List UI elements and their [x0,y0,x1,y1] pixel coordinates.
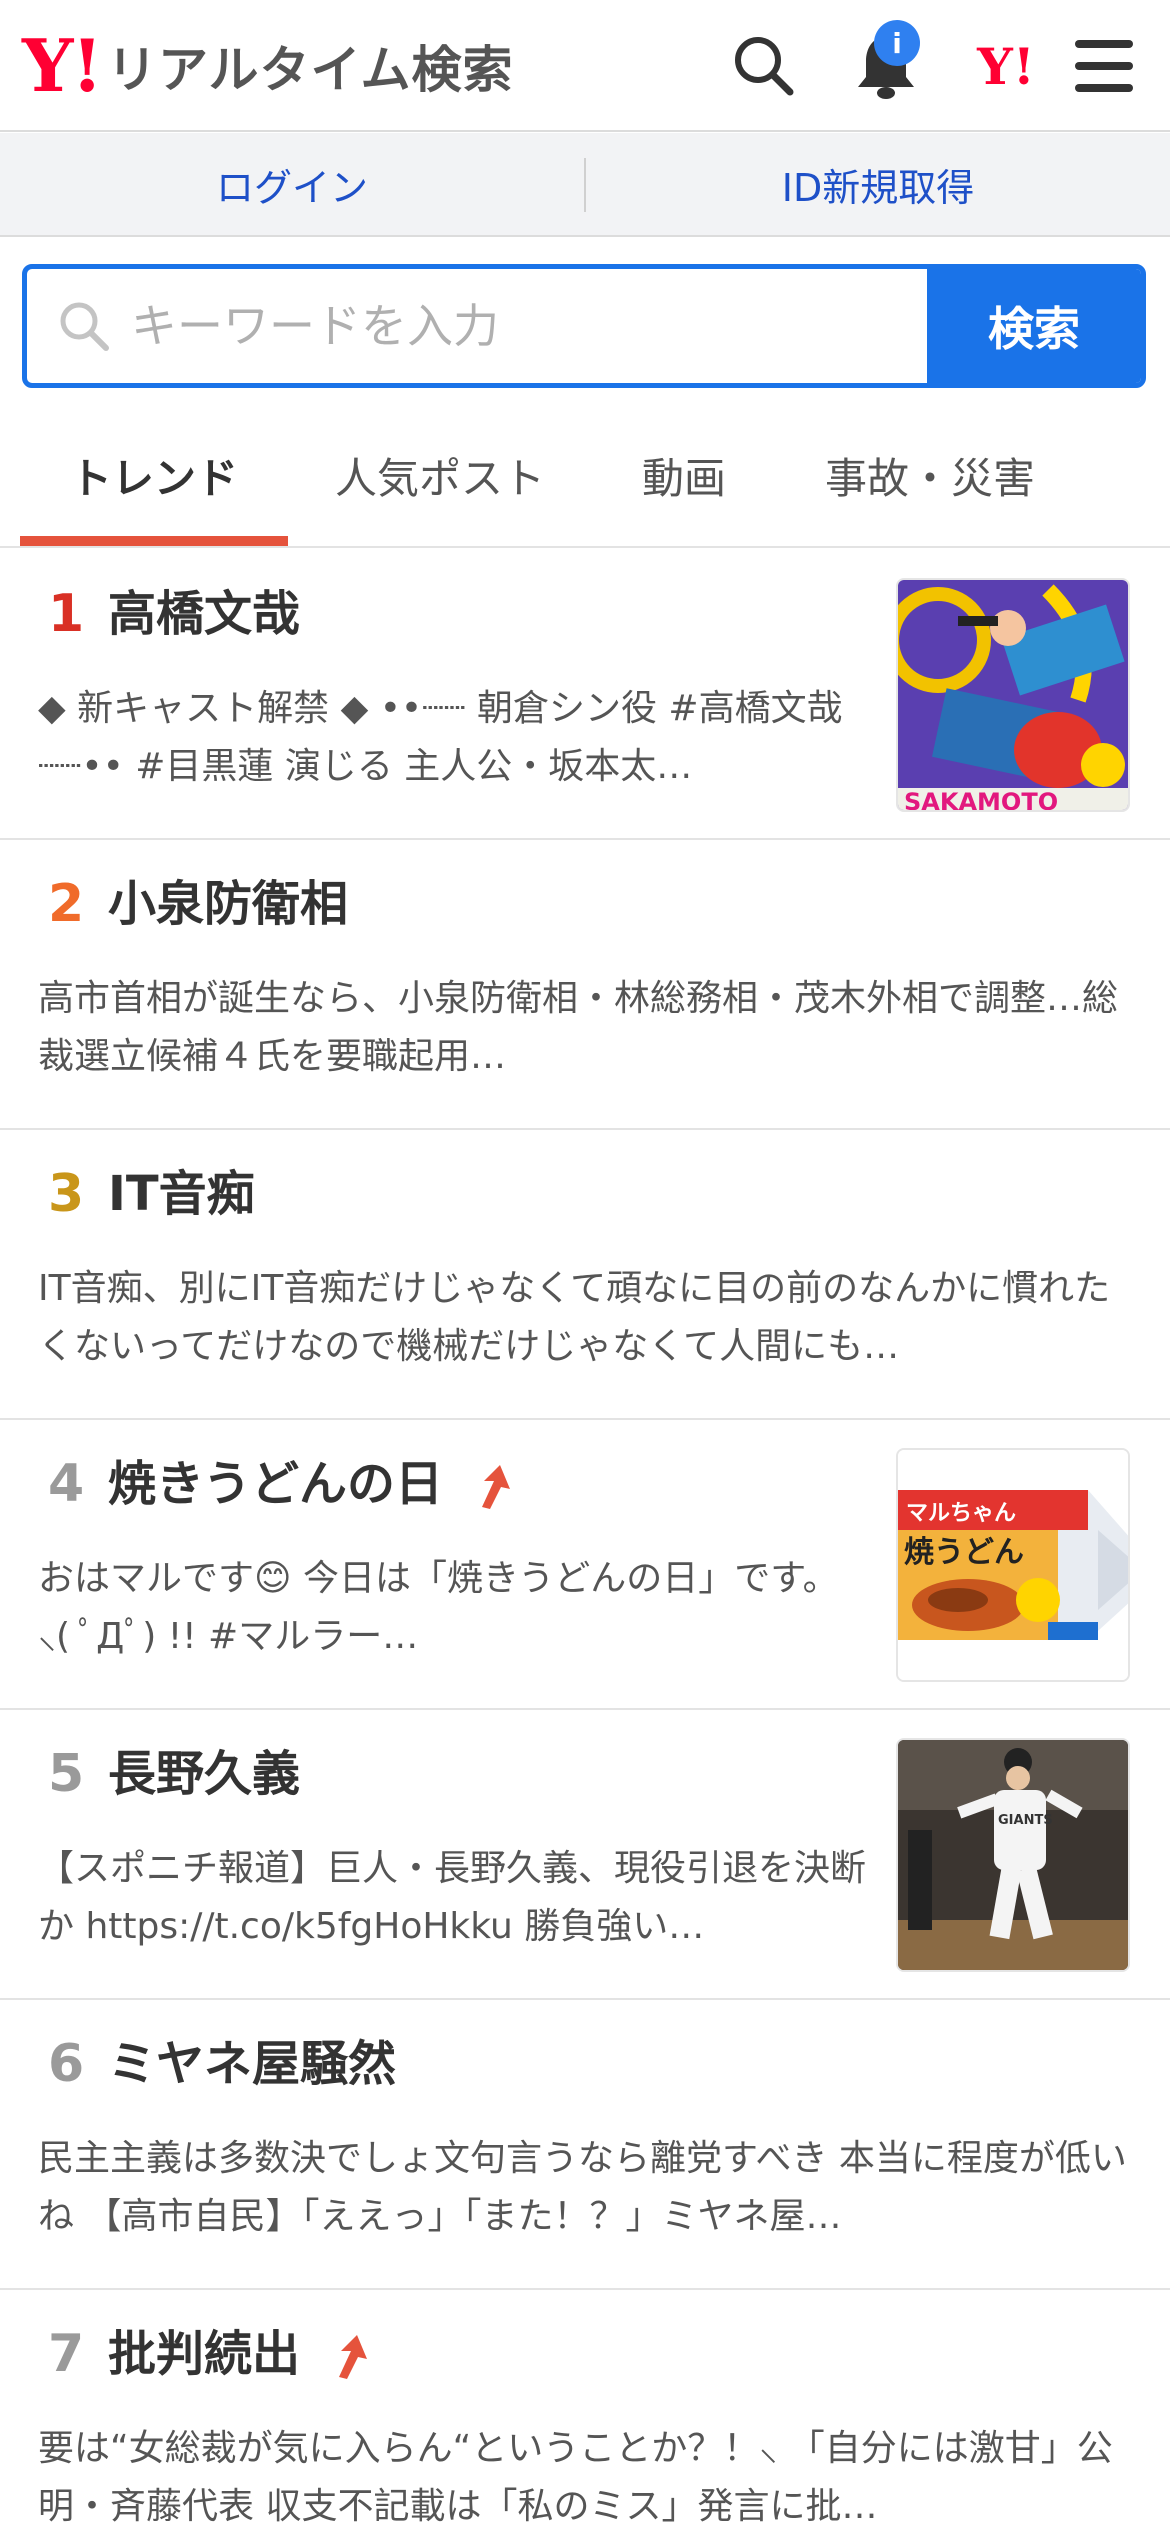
trend-rank: 4 [48,1454,85,1514]
logo-text: リアルタイム検索 [107,41,514,99]
search-icon[interactable] [724,26,804,106]
trend-rank: 6 [48,2034,85,2094]
signup-link[interactable]: ID新規取得 [586,133,1170,235]
trend-rank: 3 [48,1164,85,1224]
trend-thumbnail[interactable]: GIANTS [896,1738,1130,1972]
search-button[interactable]: 検索 [927,269,1141,383]
hamburger-menu-icon[interactable] [1064,26,1144,106]
trend-item[interactable]: 7 批判続出 要は“女総裁が気に入らん“ということか？！⸜ 「自分には激甘」公明… [0,2290,1170,2532]
search-field[interactable] [27,269,927,383]
active-tab-indicator [20,536,288,546]
thumbnail-caption: SAKAMOTO [904,788,1058,812]
trend-title: 焼きうどんの日 [108,1448,514,1520]
trend-description: 高市首相が誕生なら、小泉防衛相・林総務相・茂木外相で調整…総裁選立候補４氏を要職… [38,978,1119,1077]
rising-arrow-icon [338,2335,367,2379]
trend-item[interactable]: 3 IT音痴 IT音痴、別にIT音痴だけじゃなくて頑なに目の前のなんかに慣れたく… [0,1130,1170,1420]
logo-mark: Y! [22,23,103,108]
trend-description: 要は“女総裁が気に入らん“ということか？！⸜ 「自分には激甘」公明・斉藤代表 収… [38,2428,1113,2527]
yahoo-japan-icon[interactable]: Y! [966,26,1046,106]
trend-title: 長野久義 [108,1746,301,1802]
tab-video[interactable]: 動画 [596,404,772,546]
thumbnail-caption: GIANTS [998,1813,1053,1828]
notification-bell-icon[interactable]: i [846,20,926,106]
login-link[interactable]: ログイン [0,133,584,235]
trend-item[interactable]: 1 高橋文哉 ◆ 新キャスト解禁 ◆ ••┈┈ 朝倉シン役 #高橋文哉 ┈┈••… [0,550,1170,840]
yahoo-realtime-logo[interactable]: Y! リアルタイム検索 [22,28,514,104]
tab-popular-posts[interactable]: 人気ポスト [300,404,580,546]
yahoo-mark: Y! [977,36,1035,96]
auth-bar: ログイン ID新規取得 [0,133,1170,237]
tab-accidents-disasters[interactable]: 事故・災害 [790,404,1070,546]
trend-description: IT音痴、別にIT音痴だけじゃなくて頑なに目の前のなんかに慣れたくないってだけな… [38,1268,1111,1367]
search-input[interactable] [131,299,831,353]
trend-description: 【スポニチ報道】巨人・長野久義、現役引退を決断か https://t.co/k5… [38,1848,867,1947]
trend-item[interactable]: 4 焼きうどんの日 おはマルです😊 今日は「焼きうどんの日」です。 ⸜( ﾟДﾟ… [0,1420,1170,1710]
trend-title: ミヤネ屋騒然 [108,2036,397,2092]
trend-rank: 5 [48,1744,85,1804]
trend-title: IT音痴 [108,1166,255,1222]
search-field-icon [60,302,109,351]
trend-rank: 1 [48,584,85,644]
tab-trend[interactable]: トレンド [20,404,288,546]
notification-badge: i [874,20,920,66]
trend-thumbnail[interactable]: SAKAMOTO [896,578,1130,812]
trend-rank: 2 [48,874,85,934]
trend-title: 小泉防衛相 [108,876,349,932]
trend-title-text: 焼きうどんの日 [108,1456,444,1512]
trend-item[interactable]: 2 小泉防衛相 高市首相が誕生なら、小泉防衛相・林総務相・茂木外相で調整…総裁選… [0,840,1170,1130]
app-header: Y! リアルタイム検索 i Y! [0,0,1170,132]
trend-description: おはマルです😊 今日は「焼きうどんの日」です。 ⸜( ﾟДﾟ) !! #マルラー… [38,1558,839,1657]
trend-description: ◆ 新キャスト解禁 ◆ ••┈┈ 朝倉シン役 #高橋文哉 ┈┈•• #目黒蓮 演… [38,688,843,787]
trend-title: 高橋文哉 [108,586,301,642]
rising-arrow-icon [481,1465,510,1509]
trend-title: 批判続出 [108,2318,371,2390]
trend-thumbnail[interactable]: マルちゃん 焼うどん [896,1448,1130,1682]
trend-title-text: 批判続出 [108,2326,301,2382]
trend-description: 民主主義は多数決でしょ文句言うなら離党すべき 本当に程度が低いね 【高市自民】「… [38,2138,1127,2237]
trend-rank: 7 [48,2324,85,2384]
thumbnail-caption: 焼うどん [904,1535,1024,1570]
trend-item[interactable]: 5 長野久義 【スポニチ報道】巨人・長野久義、現役引退を決断か https://… [0,1710,1170,2000]
svg-text:マルちゃん: マルちゃん [906,1501,1016,1526]
trend-item[interactable]: 6 ミヤネ屋騒然 民主主義は多数決でしょ文句言うなら離党すべき 本当に程度が低い… [0,2000,1170,2290]
search-form: 検索 [22,264,1146,388]
category-tabs: トレンド 人気ポスト 動画 事故・災害 [0,404,1170,548]
